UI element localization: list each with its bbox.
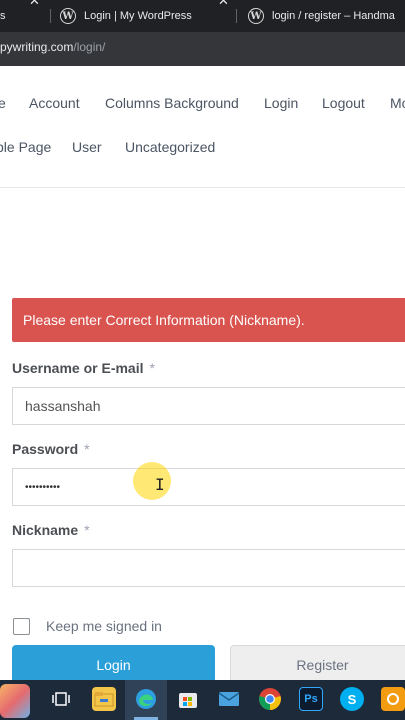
wordpress-icon: W xyxy=(60,8,76,24)
task-view-icon[interactable] xyxy=(49,687,73,711)
chrome-icon[interactable] xyxy=(258,687,282,711)
nav-item-sample-page[interactable]: ble Page xyxy=(0,139,51,155)
required-mark: * xyxy=(84,441,90,457)
photoshop-icon[interactable]: Ps xyxy=(299,687,323,711)
browser-tab-strip: s ✕ W Login | My WordPress ✕ W login / r… xyxy=(0,0,405,32)
text-cursor-icon: I xyxy=(155,475,165,494)
tab-label: login / register – Handma xyxy=(272,10,395,22)
username-input[interactable]: hassanshah xyxy=(12,387,405,425)
register-button[interactable]: Register xyxy=(230,645,405,685)
keep-signed-in-checkbox[interactable] xyxy=(13,618,30,635)
close-icon[interactable]: ✕ xyxy=(218,0,229,9)
tab-previous[interactable]: s ✕ xyxy=(0,0,40,32)
keep-signed-in-label[interactable]: Keep me signed in xyxy=(46,618,162,634)
required-mark: * xyxy=(84,522,90,538)
paint-icon[interactable] xyxy=(0,684,30,718)
register-button-label: Register xyxy=(296,657,349,673)
nav-item-uncategorized[interactable]: Uncategorized xyxy=(125,139,215,155)
url-path: /login/ xyxy=(73,40,106,54)
nav-item-logout[interactable]: Logout xyxy=(322,95,365,111)
error-alert: Please enter Correct Information (Nickna… xyxy=(12,298,405,342)
nav-item-login[interactable]: Login xyxy=(264,95,298,111)
nav-divider xyxy=(0,187,405,188)
edge-icon[interactable] xyxy=(134,687,158,711)
nav-item-more[interactable]: Mo xyxy=(390,95,405,111)
nickname-label: Nickname * xyxy=(12,522,90,538)
skype-icon[interactable]: S xyxy=(340,687,364,711)
tab-label: Login | My WordPress xyxy=(84,10,192,22)
tab-label: s xyxy=(0,10,6,22)
password-label: Password * xyxy=(12,441,90,457)
url-text[interactable]: pywriting.com/login/ xyxy=(0,40,105,54)
mail-icon[interactable] xyxy=(217,687,241,711)
login-button[interactable]: Login xyxy=(12,645,215,685)
cursor-highlight xyxy=(133,462,171,500)
password-value: •••••••••• xyxy=(25,481,61,493)
address-bar[interactable]: pywriting.com/login/ xyxy=(0,32,405,66)
file-explorer-icon[interactable] xyxy=(92,687,116,711)
url-host: pywriting.com xyxy=(0,40,74,54)
error-alert-message: Please enter Correct Information (Nickna… xyxy=(23,312,305,328)
nav-item-user[interactable]: User xyxy=(72,139,102,155)
username-value: hassanshah xyxy=(25,398,101,414)
tab-login-register[interactable]: W login / register – Handma xyxy=(248,0,395,32)
wordpress-icon: W xyxy=(248,8,264,24)
login-button-label: Login xyxy=(96,657,131,673)
password-input[interactable]: •••••••••• xyxy=(12,468,405,506)
nickname-input[interactable] xyxy=(12,549,405,587)
app-icon[interactable] xyxy=(381,687,405,711)
required-mark: * xyxy=(149,360,155,376)
store-icon[interactable] xyxy=(176,687,200,711)
username-label: Username or E-mail * xyxy=(12,360,155,376)
tab-login-my-wordpress[interactable]: W Login | My WordPress ✕ xyxy=(60,0,229,32)
nav-item-account[interactable]: Account xyxy=(29,95,80,111)
close-icon[interactable]: ✕ xyxy=(29,0,40,9)
nav-item-columns-background[interactable]: Columns Background xyxy=(105,95,239,111)
nav-item[interactable]: e xyxy=(0,95,6,111)
